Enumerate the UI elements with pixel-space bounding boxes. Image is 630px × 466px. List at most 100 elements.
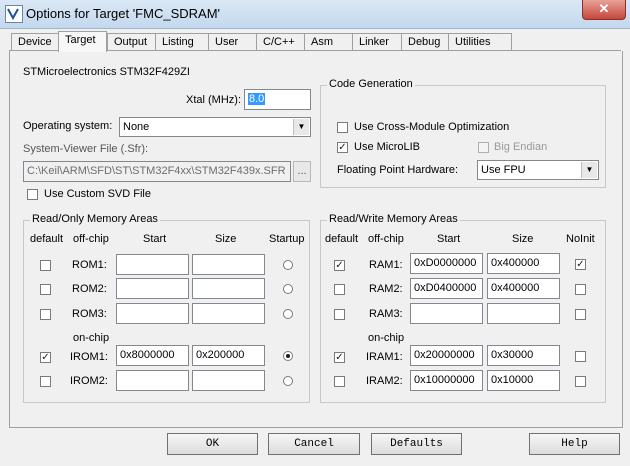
rom3-size-input[interactable] [192, 303, 265, 324]
irom1-label: IROM1: [70, 351, 108, 363]
rom1-startup-radio[interactable] [283, 260, 293, 270]
irom1-start-input[interactable]: 0x8000000 [116, 345, 189, 366]
rom2-default-checkbox[interactable] [40, 284, 51, 295]
rom-header-start: Start [143, 233, 167, 245]
help-button[interactable]: Help [529, 433, 620, 455]
irom2-size-input[interactable] [192, 370, 265, 391]
ram-header-start: Start [437, 233, 461, 245]
irom1-startup-radio[interactable] [283, 351, 293, 361]
rom3-default-checkbox[interactable] [40, 309, 51, 320]
rom1-default-checkbox[interactable] [40, 260, 51, 271]
cancel-button[interactable]: Cancel [268, 433, 360, 455]
xtal-input[interactable]: 8.0 [244, 89, 311, 110]
big-endian-checkbox [478, 142, 489, 153]
irom2-start-input[interactable] [116, 370, 189, 391]
svd-path-field: C:\Keil\ARM\SFD\ST\STM32F4xx\STM32F439x.… [23, 161, 291, 182]
defaults-button[interactable]: Defaults [371, 433, 462, 455]
svd-label: System-Viewer File (.Sfr): [23, 143, 149, 155]
ram-title: Read/Write Memory Areas [327, 213, 460, 225]
rom-header-offchip: off-chip [73, 233, 109, 245]
tab-user[interactable]: User [208, 33, 257, 50]
svd-browse-button: ... [293, 161, 311, 182]
tab-cpp[interactable]: C/C++ [256, 33, 305, 50]
ram2-label: RAM2: [369, 283, 403, 295]
fpu-select[interactable]: Use FPU ▼ [477, 160, 599, 180]
iram1-size-input[interactable]: 0x30000 [487, 345, 560, 366]
iram2-label: IRAM2: [366, 375, 403, 387]
rom2-size-input[interactable] [192, 278, 265, 299]
custom-svd-checkbox[interactable] [27, 189, 38, 200]
iram2-noinit-checkbox[interactable] [575, 376, 586, 387]
ram3-start-input[interactable] [410, 303, 483, 324]
ram1-start-input[interactable]: 0xD0000000 [410, 253, 483, 274]
tab-utilities[interactable]: Utilities [448, 33, 512, 50]
ram-header-size: Size [512, 233, 534, 245]
rom-header-startup: Startup [269, 233, 305, 245]
ram1-noinit-checkbox[interactable]: ✓ [575, 259, 586, 270]
rom1-label: ROM1: [72, 259, 107, 271]
rom3-label: ROM3: [72, 308, 107, 320]
window-title: Options for Target 'FMC_SDRAM' [26, 6, 221, 21]
ram1-size-input[interactable]: 0x400000 [487, 253, 560, 274]
ram2-default-checkbox[interactable] [334, 284, 345, 295]
rom2-label: ROM2: [72, 283, 107, 295]
chevron-down-icon: ▼ [581, 162, 597, 178]
ram3-noinit-checkbox[interactable] [575, 309, 586, 320]
ram3-label: RAM3: [369, 308, 403, 320]
cross-module-label: Use Cross-Module Optimization [354, 121, 510, 133]
fpu-value: Use FPU [481, 164, 526, 176]
ram1-default-checkbox[interactable]: ✓ [334, 260, 345, 271]
iram1-default-checkbox[interactable]: ✓ [334, 352, 345, 363]
rom1-size-input[interactable] [192, 254, 265, 275]
os-select[interactable]: None ▼ [119, 117, 311, 137]
cross-module-checkbox[interactable] [337, 122, 348, 133]
iram1-start-input[interactable]: 0x20000000 [410, 345, 483, 366]
chevron-down-icon: ▼ [293, 119, 309, 135]
rom-header-default: default [30, 233, 64, 245]
ram-onchip-label: on-chip [368, 332, 405, 344]
tab-debug[interactable]: Debug [401, 33, 449, 50]
ram-header-noinit: NoInit [566, 233, 595, 245]
ram2-noinit-checkbox[interactable] [575, 284, 586, 295]
iram1-noinit-checkbox[interactable] [575, 351, 586, 362]
rom1-start-input[interactable] [116, 254, 189, 275]
rom2-start-input[interactable] [116, 278, 189, 299]
iram2-start-input[interactable]: 0x10000000 [410, 370, 483, 391]
irom1-default-checkbox[interactable]: ✓ [40, 352, 51, 363]
tab-device[interactable]: Device [11, 33, 59, 50]
ram3-size-input[interactable] [487, 303, 560, 324]
irom2-default-checkbox[interactable] [40, 376, 51, 387]
custom-svd-label: Use Custom SVD File [44, 188, 151, 200]
xtal-label: Xtal (MHz): [186, 94, 241, 106]
fpu-label: Floating Point Hardware: [337, 164, 459, 176]
rom-onchip-label: on-chip [73, 332, 110, 344]
ok-button[interactable]: OK [167, 433, 258, 455]
tab-asm[interactable]: Asm [304, 33, 353, 50]
iram2-default-checkbox[interactable] [334, 376, 345, 387]
tab-linker[interactable]: Linker [352, 33, 402, 50]
irom2-label: IROM2: [70, 375, 108, 387]
big-endian-label: Big Endian [494, 141, 548, 153]
tab-target[interactable]: Target [58, 31, 107, 52]
radio-selected-dot [286, 354, 290, 358]
rom3-start-input[interactable] [116, 303, 189, 324]
ram2-size-input[interactable]: 0x400000 [487, 278, 560, 299]
irom1-size-input[interactable]: 0x200000 [192, 345, 265, 366]
iram1-label: IRAM1: [366, 351, 403, 363]
iram2-size-input[interactable]: 0x10000 [487, 370, 560, 391]
ram1-label: RAM1: [369, 259, 403, 271]
ram3-default-checkbox[interactable] [334, 309, 345, 320]
close-button[interactable]: ✕ [582, 0, 626, 20]
microlib-checkbox[interactable]: ✓ [337, 142, 348, 153]
xtal-value: 8.0 [248, 93, 266, 105]
rom2-startup-radio[interactable] [283, 284, 293, 294]
tab-output[interactable]: Output [107, 33, 156, 50]
microlib-label: Use MicroLIB [354, 141, 421, 153]
tab-listing[interactable]: Listing [155, 33, 209, 50]
ram-header-default: default [325, 233, 359, 245]
rom-header-size: Size [215, 233, 237, 245]
rom3-startup-radio[interactable] [283, 309, 293, 319]
ram2-start-input[interactable]: 0xD0400000 [410, 278, 483, 299]
irom2-startup-radio[interactable] [283, 376, 293, 386]
os-label: Operating system: [23, 120, 113, 132]
